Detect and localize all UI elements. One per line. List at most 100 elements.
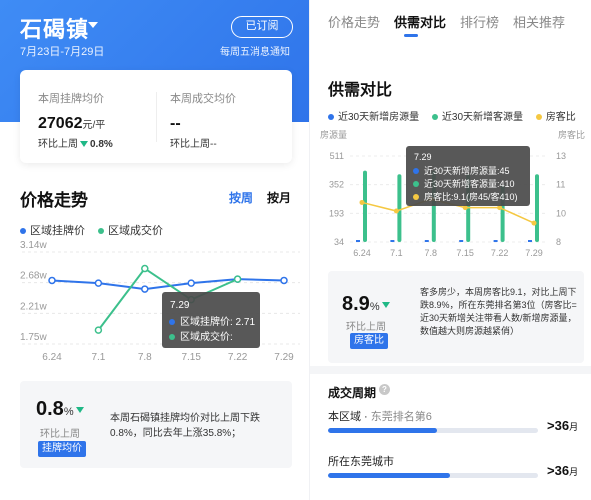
- summary-pct: 0.8%: [36, 398, 86, 421]
- y-tick-label-right: 8: [556, 237, 561, 247]
- pct-sign: %: [63, 406, 74, 418]
- legend-item: 区域成交价: [98, 225, 163, 237]
- data-point: [94, 326, 103, 334]
- listing-price-tag[interactable]: 挂牌均价: [38, 441, 86, 457]
- deal-value-unit: 月: [569, 467, 579, 477]
- y-axis-label-right: 房客比: [558, 129, 585, 140]
- x-tick-label: 7.15: [181, 352, 201, 363]
- data-point: [233, 275, 242, 283]
- deal-progress-fill: [328, 428, 438, 433]
- data-point: [280, 276, 288, 285]
- listing-compare-label: 环比上周: [38, 139, 78, 150]
- x-tick-label: 7.8: [425, 248, 438, 258]
- bar-supply: [356, 240, 360, 242]
- ratio-point: [359, 199, 365, 205]
- tab-related[interactable]: 相关推荐: [513, 12, 565, 31]
- deal-value: >36月: [547, 418, 578, 433]
- y-tick-label: 1.75w: [20, 332, 47, 343]
- deal-label: 本周成交均价: [170, 93, 236, 105]
- data-point: [187, 279, 195, 287]
- deal-compare: 环比上周--: [170, 135, 236, 150]
- y-tick-label-left: 193: [329, 208, 344, 218]
- bar-supply: [424, 240, 429, 242]
- tooltip-title: 7.29: [170, 300, 190, 311]
- deal-compare-value: --: [210, 139, 217, 150]
- active-tab-indicator: [404, 34, 418, 37]
- legend-dot-icon: [98, 228, 105, 235]
- sd-chart-legend: 近30天新增房源量 近30天新增客源量 房客比: [328, 108, 586, 123]
- tab-supply-demand[interactable]: 供需对比: [394, 12, 446, 31]
- ratio-point: [393, 208, 399, 214]
- legend-label: 房客比: [545, 112, 576, 123]
- tab-price-trend[interactable]: 价格走势: [328, 12, 380, 31]
- summary-card: 0.8% 环比上周 挂牌均价 本周石碣镇挂牌均价对比上周下跌0.8%，同比去年上…: [20, 381, 292, 468]
- x-tick-label: 7.1: [390, 248, 403, 258]
- listing-unit: 元/平: [82, 120, 106, 131]
- tooltip-label: 区域挂牌价: 2.71: [180, 315, 255, 328]
- town-selector[interactable]: 石碣镇: [20, 12, 89, 44]
- legend-dot-icon: [328, 114, 334, 121]
- price-line-chart[interactable]: 3.14w 2.68w 2.21w 1.75w 6.24 7.1 7.8 7.15 7.22 7.…: [0, 240, 309, 375]
- x-tick-label: 7.1: [91, 352, 105, 363]
- legend-label: 区域成交价: [108, 225, 164, 237]
- deal-cycle-title: 成交周期: [328, 386, 377, 400]
- listing-label: 本周挂牌均价: [38, 93, 104, 105]
- y-tick-label-right: 10: [556, 208, 566, 218]
- tab-by-week[interactable]: 按周: [229, 189, 253, 206]
- deal-value-unit: 月: [569, 422, 579, 432]
- divider: [156, 92, 157, 142]
- bar-demand: [397, 174, 402, 242]
- supply-demand-panel: 价格走势 供需对比 排行榜 相关推荐 供需对比 近30天新增房源量 近30天新增…: [310, 0, 591, 500]
- tooltip-dot-icon: [169, 319, 175, 325]
- tenant-ratio-tag[interactable]: 房客比: [350, 333, 388, 349]
- sd-summary-text: 客多房少，本周房客比9.1，对比上周下跌8.9%，所在东莞排名第3位（房客比=近…: [420, 287, 577, 336]
- notify-text: 每周五消息通知: [220, 47, 290, 58]
- supply-demand-title: 供需对比: [328, 82, 393, 99]
- supply-demand-chart[interactable]: 房源量 房客比 511 13 352 11 193 10 34 8 6.24 7.1 7.8 7.15 7.…: [310, 126, 591, 266]
- deal-progress-bar: [328, 428, 538, 433]
- legend-label: 近30天新增房源量: [338, 112, 420, 123]
- legend-item: 房客比: [535, 112, 576, 123]
- tab-by-month[interactable]: 按月: [267, 189, 291, 206]
- price-trend-title: 价格走势: [20, 191, 88, 210]
- summary-pct-value: 0.8: [36, 398, 64, 420]
- subscribe-button[interactable]: 已订阅: [231, 16, 293, 38]
- legend-item: 近30天新增房源量: [328, 112, 419, 123]
- legend-label: 区域挂牌价: [30, 225, 85, 237]
- x-tick-label: 7.22: [491, 248, 509, 258]
- listing-stat: 本周挂牌均价 27062元/平 环比上周 0.8%: [38, 90, 113, 150]
- tooltip-dot-icon: [413, 168, 419, 174]
- x-tick-label: 7.29: [525, 248, 543, 258]
- deal-value-number: >36: [547, 418, 570, 433]
- tooltip-label: 房客比:9.1(房45/客410): [424, 191, 518, 202]
- summary-sub: 环比上周: [40, 429, 80, 440]
- tooltip-dot-icon: [169, 334, 175, 340]
- deal-progress-fill: [328, 473, 450, 478]
- deal-stat: 本周成交均价 -- 环比上周--: [170, 90, 236, 150]
- tooltip-label: 近30天新增客源量:410: [424, 178, 515, 189]
- y-axis-label-left: 房源量: [320, 129, 347, 140]
- sd-sub: 环比上周: [346, 322, 386, 333]
- data-point: [48, 276, 56, 285]
- legend-item: 区域挂牌价: [20, 225, 85, 237]
- bar-demand: [535, 174, 539, 242]
- bar-supply: [493, 240, 498, 242]
- y-tick-label-right: 11: [556, 180, 565, 190]
- bar-supply: [390, 240, 395, 242]
- caret-down-icon[interactable]: [88, 22, 98, 28]
- down-arrow-icon: [75, 406, 84, 413]
- supply-demand-summary: 8.9% 环比上周 房客比 客多房少，本周房客比9.1，对比上周下跌8.9%，所…: [328, 271, 584, 363]
- deal-compare-label: 环比上周: [170, 139, 210, 150]
- tab-ranking[interactable]: 排行榜: [460, 12, 499, 31]
- pct-sign: %: [369, 301, 380, 313]
- price-report-panel: 石碣镇 7月23日-7月29日 已订阅 每周五消息通知 本周挂牌均价 27062…: [0, 0, 309, 500]
- help-icon[interactable]: ?: [379, 384, 390, 395]
- y-tick-label-left: 511: [330, 151, 344, 161]
- tooltip-title: 7.29: [414, 152, 432, 162]
- ratio-point: [531, 220, 537, 226]
- deal-value-number: >36: [547, 463, 570, 478]
- summary-text: 本周石碣镇挂牌均价对比上周下跌0.8%，同比去年上涨35.8%；: [110, 413, 260, 439]
- section-separator: [310, 366, 591, 374]
- x-tick-label: 7.8: [138, 352, 152, 363]
- bar-supply: [528, 240, 532, 242]
